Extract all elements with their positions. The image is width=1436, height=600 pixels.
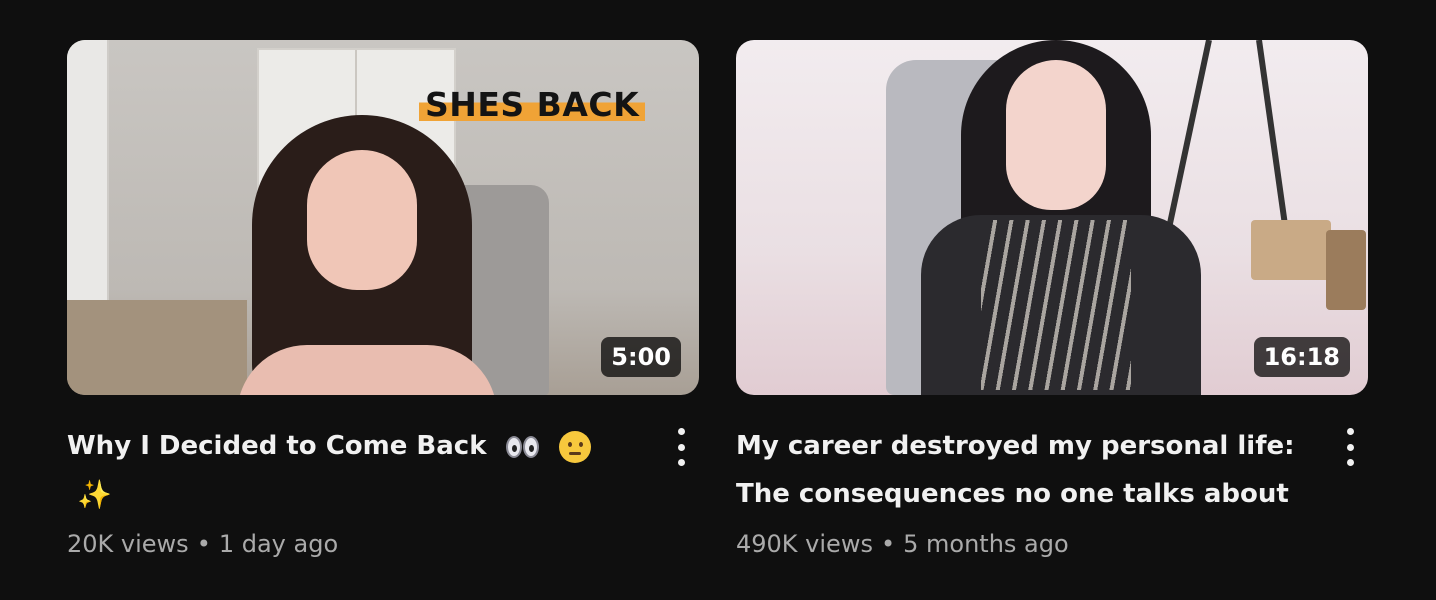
view-count: 490K views bbox=[736, 530, 873, 558]
video-title-row[interactable]: Why I Decided to Come Back ✨ bbox=[67, 422, 639, 518]
thinking-face-emoji-icon bbox=[558, 430, 591, 463]
video-details: My career destroyed my personal life: Th… bbox=[736, 422, 1368, 558]
video-title[interactable]: Why I Decided to Come Back bbox=[67, 431, 487, 461]
meta-separator: • bbox=[196, 530, 211, 558]
thumbnail-scene-door bbox=[67, 40, 109, 330]
thumbnail-scene-box bbox=[1251, 220, 1331, 280]
video-stats: 490K views • 5 months ago bbox=[736, 530, 1308, 558]
thumbnail-person bbox=[921, 40, 1201, 395]
thumbnail-scene-floor bbox=[67, 300, 247, 395]
more-actions-icon[interactable] bbox=[1340, 428, 1360, 466]
video-stats: 20K views • 1 day ago bbox=[67, 530, 639, 558]
thumbnail-person bbox=[237, 115, 527, 395]
duration-badge: 16:18 bbox=[1253, 337, 1350, 377]
duration-badge: 5:00 bbox=[601, 337, 681, 377]
view-count: 20K views bbox=[67, 530, 189, 558]
video-thumbnail[interactable]: 16:18 bbox=[736, 40, 1368, 395]
video-card[interactable]: 16:18 My career destroyed my personal li… bbox=[736, 40, 1368, 558]
video-card[interactable]: SHES BACK 5:00 Why I Decided to Come Bac… bbox=[67, 40, 699, 558]
video-details: Why I Decided to Come Back ✨ 20K views • 1… bbox=[67, 422, 699, 558]
thumbnail-scene-box bbox=[1326, 230, 1366, 310]
upload-age: 5 months ago bbox=[903, 530, 1069, 558]
video-thumbnail[interactable]: SHES BACK 5:00 bbox=[67, 40, 699, 395]
video-title[interactable]: My career destroyed my personal life: Th… bbox=[736, 422, 1308, 518]
upload-age: 1 day ago bbox=[218, 530, 339, 558]
more-actions-icon[interactable] bbox=[671, 428, 691, 466]
thumbnail-overlay-text: SHES BACK bbox=[419, 85, 646, 124]
eyes-emoji-icon bbox=[505, 435, 540, 458]
meta-separator: • bbox=[880, 530, 896, 558]
sparkles-emoji-icon: ✨ bbox=[77, 477, 112, 511]
